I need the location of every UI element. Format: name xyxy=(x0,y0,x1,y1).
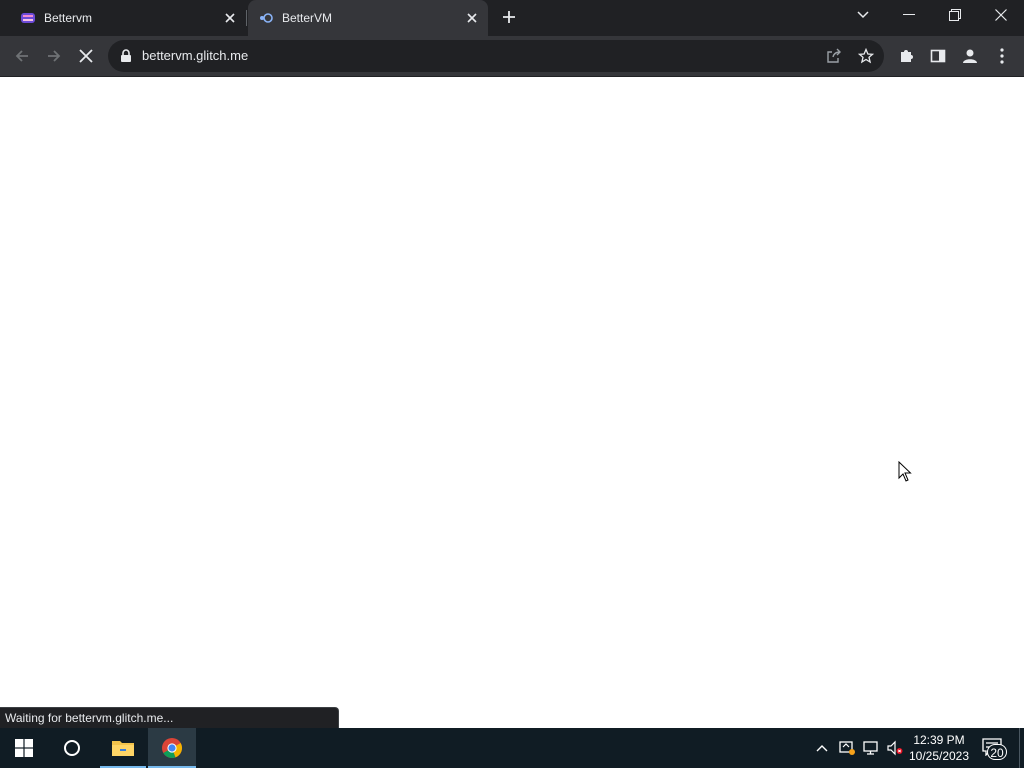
url-text[interactable]: bettervm.glitch.me xyxy=(142,48,248,63)
tab-bettervm-2[interactable]: BetterVM xyxy=(248,0,488,36)
folder-icon xyxy=(112,741,134,756)
status-bubble: Waiting for bettervm.glitch.me... xyxy=(0,707,339,728)
clock-date: 10/25/2023 xyxy=(908,749,970,763)
browser-toolbar: bettervm.glitch.me xyxy=(0,36,1024,76)
volume-muted-icon[interactable] xyxy=(884,728,906,768)
chrome-logo-icon xyxy=(162,738,183,759)
show-desktop-button[interactable] xyxy=(1019,728,1020,768)
clock-time: 12:39 PM xyxy=(913,733,965,747)
restore-button[interactable] xyxy=(932,0,978,30)
tray-app-icon[interactable] xyxy=(836,728,858,768)
back-button[interactable] xyxy=(6,40,38,72)
new-tab-button[interactable] xyxy=(498,6,520,28)
close-window-button[interactable] xyxy=(978,0,1024,30)
tab-title: Bettervm xyxy=(44,11,93,25)
menu-kebab-icon[interactable] xyxy=(986,40,1018,72)
bookmark-star-icon[interactable] xyxy=(854,44,878,68)
tab-strip: Bettervm BetterVM xyxy=(0,0,1024,36)
network-icon[interactable] xyxy=(860,728,882,768)
extensions-puzzle-icon[interactable] xyxy=(890,40,922,72)
system-clock[interactable]: 12:39 PM 10/25/2023 xyxy=(905,732,973,764)
close-tab-icon[interactable] xyxy=(220,8,240,28)
profile-avatar-icon[interactable] xyxy=(954,40,986,72)
mouse-cursor-icon xyxy=(898,460,912,483)
site-favicon-icon xyxy=(20,10,36,26)
tab-search-button[interactable] xyxy=(850,4,876,26)
loading-favicon-icon xyxy=(258,10,274,26)
lock-icon[interactable] xyxy=(120,49,134,63)
chevron-up-icon xyxy=(816,745,828,752)
address-bar[interactable]: bettervm.glitch.me xyxy=(108,40,884,72)
cortana-search-button[interactable] xyxy=(48,728,96,768)
taskbar-file-explorer[interactable] xyxy=(100,728,146,768)
show-hidden-icons-button[interactable] xyxy=(812,728,832,768)
cortana-circle-icon xyxy=(64,740,80,756)
stop-loading-button[interactable] xyxy=(70,40,102,72)
forward-button[interactable] xyxy=(38,40,70,72)
start-button[interactable] xyxy=(0,728,48,768)
windows-logo-icon xyxy=(15,739,33,757)
share-icon[interactable] xyxy=(822,44,846,68)
page-content[interactable] xyxy=(0,77,1024,728)
tab-bettervm-1[interactable]: Bettervm xyxy=(0,0,246,36)
taskbar-chrome[interactable] xyxy=(148,728,196,768)
side-panel-icon[interactable] xyxy=(922,40,954,72)
close-tab-icon[interactable] xyxy=(462,8,482,28)
action-center-button[interactable]: 20 xyxy=(982,738,1007,760)
windows-taskbar: 12:39 PM 10/25/2023 20 xyxy=(0,728,1024,768)
tab-separator xyxy=(246,10,247,26)
tab-title: BetterVM xyxy=(282,11,333,25)
notification-count-badge: 20 xyxy=(987,744,1007,760)
screen: Bettervm BetterVM bettervm.glitch.me Wai… xyxy=(0,0,1024,768)
minimize-button[interactable] xyxy=(886,0,932,30)
